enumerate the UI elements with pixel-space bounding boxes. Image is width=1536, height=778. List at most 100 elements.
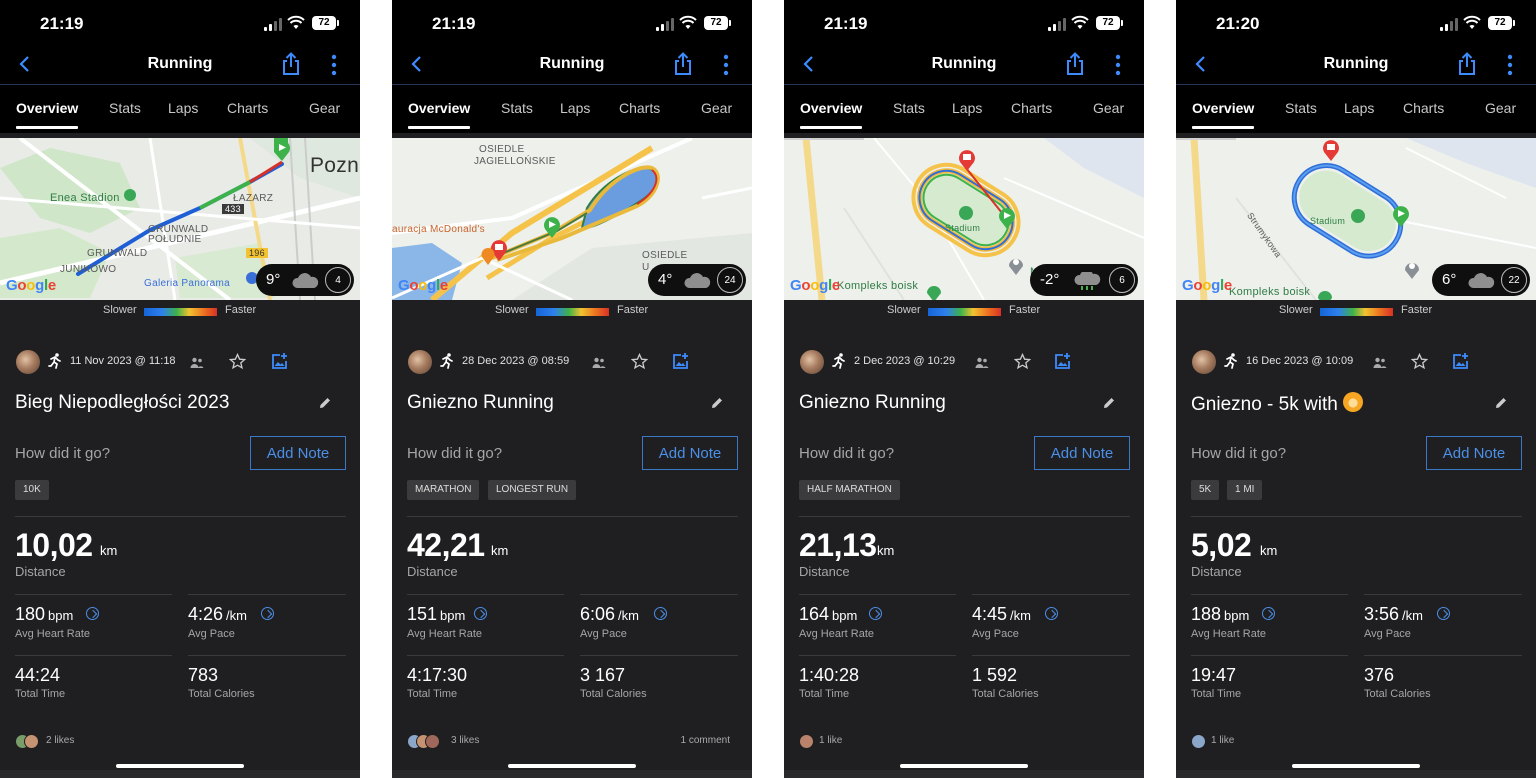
home-indicator[interactable] — [116, 764, 244, 768]
tab-charts[interactable]: Charts — [1403, 100, 1444, 116]
back-arrow-icon[interactable] — [408, 55, 426, 73]
people-icon[interactable] — [975, 357, 989, 369]
weather-badge[interactable]: 6° 22 — [1432, 264, 1530, 296]
add-photo-icon[interactable] — [672, 352, 690, 370]
star-icon[interactable] — [1014, 353, 1031, 370]
tab-overview[interactable]: Overview — [16, 100, 78, 116]
avatar[interactable] — [408, 350, 432, 374]
add-note-button[interactable]: Add Note — [1034, 436, 1130, 470]
weather-badge[interactable]: 4° 24 — [648, 264, 746, 296]
star-icon[interactable] — [229, 353, 246, 370]
pace-legend: Slower Faster — [1176, 303, 1536, 319]
info-icon[interactable] — [1437, 607, 1450, 620]
run-icon — [48, 353, 61, 369]
tab-gear[interactable]: Gear — [1485, 100, 1516, 116]
distance-unit: km — [491, 543, 509, 558]
add-note-button[interactable]: Add Note — [642, 436, 738, 470]
route-map[interactable]: Stadium Kompleks boisk M Google -2° 6 — [784, 138, 1144, 300]
tab-gear[interactable]: Gear — [1093, 100, 1124, 116]
tab-laps[interactable]: Laps — [168, 100, 198, 116]
distance-unit: km — [100, 543, 118, 558]
more-vertical-icon[interactable] — [722, 54, 730, 76]
info-icon[interactable] — [261, 607, 274, 620]
people-icon[interactable] — [1373, 357, 1387, 369]
cloud-icon — [1468, 273, 1495, 288]
avatar[interactable] — [16, 350, 40, 374]
tab-laps[interactable]: Laps — [952, 100, 982, 116]
tab-underline — [408, 126, 470, 129]
tab-bar: Overview Stats Laps Charts Gear — [392, 85, 752, 133]
more-vertical-icon[interactable] — [330, 54, 338, 76]
pencil-icon[interactable] — [318, 396, 332, 410]
people-icon[interactable] — [592, 357, 606, 369]
tab-charts[interactable]: Charts — [227, 100, 268, 116]
divider — [1364, 594, 1522, 595]
pencil-icon[interactable] — [1102, 396, 1116, 410]
divider — [15, 516, 346, 517]
info-icon[interactable] — [654, 607, 667, 620]
tab-charts[interactable]: Charts — [619, 100, 660, 116]
more-vertical-icon[interactable] — [1506, 54, 1514, 76]
status-bar: 21:20 72 — [1176, 0, 1536, 46]
info-icon[interactable] — [86, 607, 99, 620]
avatar[interactable] — [800, 350, 824, 374]
more-vertical-icon[interactable] — [1114, 54, 1122, 76]
pencil-icon[interactable] — [1494, 396, 1508, 410]
divider — [1191, 655, 1348, 656]
phone-screen-3: 21:19 72 Running Overview Stats Laps Cha… — [784, 0, 1144, 778]
total-time-label: Total Time — [799, 688, 850, 700]
route-map[interactable]: OSIEDLE JAGIELLOŃSKIE auracja McDonald's… — [392, 138, 752, 300]
tab-gear[interactable]: Gear — [309, 100, 340, 116]
home-indicator[interactable] — [900, 764, 1028, 768]
tab-laps[interactable]: Laps — [560, 100, 590, 116]
comments-count[interactable]: 1 comment — [681, 735, 730, 746]
tab-overview[interactable]: Overview — [1192, 100, 1254, 116]
home-indicator[interactable] — [1292, 764, 1420, 768]
star-icon[interactable] — [631, 353, 648, 370]
share-icon[interactable] — [672, 52, 694, 76]
tab-laps[interactable]: Laps — [1344, 100, 1374, 116]
distance-value: 10,02 — [15, 527, 93, 563]
tab-overview[interactable]: Overview — [408, 100, 470, 116]
back-arrow-icon[interactable] — [1192, 55, 1210, 73]
add-photo-icon[interactable] — [1054, 352, 1072, 370]
add-photo-icon[interactable] — [1452, 352, 1470, 370]
route-map[interactable]: Stadium Strumykowa Kompleks boisk Google… — [1176, 138, 1536, 300]
add-note-button[interactable]: Add Note — [1426, 436, 1522, 470]
tab-overview[interactable]: Overview — [800, 100, 862, 116]
add-photo-icon[interactable] — [271, 352, 289, 370]
back-arrow-icon[interactable] — [16, 55, 34, 73]
tab-stats[interactable]: Stats — [109, 100, 141, 116]
restaurant-pin-icon — [481, 248, 495, 265]
tab-charts[interactable]: Charts — [1011, 100, 1052, 116]
map-pin-icon — [1405, 263, 1419, 279]
route-map[interactable]: Enea Stadion ŁAZARZ GRUNWALD POŁUDNIE GR… — [0, 138, 360, 300]
start-flag-icon — [274, 140, 290, 161]
people-icon[interactable] — [190, 357, 204, 369]
weather-badge[interactable]: 9° 4 — [256, 264, 354, 296]
add-note-button[interactable]: Add Note — [250, 436, 346, 470]
tab-bar: Overview Stats Laps Charts Gear — [784, 85, 1144, 133]
tab-stats[interactable]: Stats — [1285, 100, 1317, 116]
tab-underline — [1192, 126, 1254, 129]
info-icon[interactable] — [1045, 607, 1058, 620]
tab-stats[interactable]: Stats — [501, 100, 533, 116]
status-time: 21:20 — [1216, 14, 1260, 33]
home-indicator[interactable] — [508, 764, 636, 768]
info-icon[interactable] — [1262, 607, 1275, 620]
share-icon[interactable] — [1456, 52, 1478, 76]
tab-gear[interactable]: Gear — [701, 100, 732, 116]
share-icon[interactable] — [280, 52, 302, 76]
tiger-emoji-icon — [1342, 392, 1363, 412]
weather-badge[interactable]: -2° 6 — [1030, 264, 1138, 296]
star-icon[interactable] — [1411, 353, 1428, 370]
tab-stats[interactable]: Stats — [893, 100, 925, 116]
phone-screen-1: 21:19 72 Running Overview Stats Laps Cha… — [0, 0, 360, 778]
share-icon[interactable] — [1064, 52, 1086, 76]
avatar[interactable] — [1192, 350, 1216, 374]
tag-chip: 1 MI — [1227, 480, 1263, 500]
back-arrow-icon[interactable] — [800, 55, 818, 73]
pencil-icon[interactable] — [710, 396, 724, 410]
info-icon[interactable] — [869, 607, 882, 620]
info-icon[interactable] — [474, 607, 487, 620]
